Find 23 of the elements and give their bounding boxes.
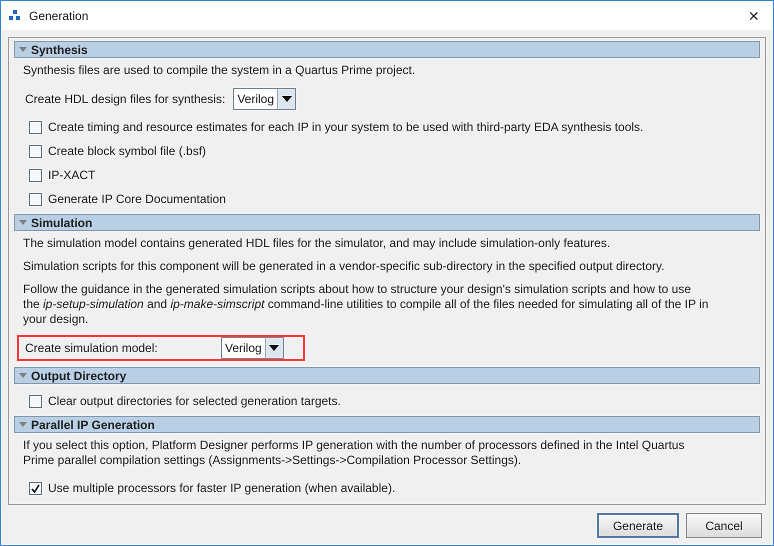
section-header[interactable]: Simulation xyxy=(14,214,760,231)
section-header[interactable]: Parallel IP Generation xyxy=(14,416,760,433)
description-text: If you select this option, Platform Designer performs IP generation with the number of processors defined in the Intel Quartus Prime parallel compilation settings (Assignments->Settings->Compilation Processor Settings). xyxy=(23,438,686,468)
checkbox-label: IP-XACT xyxy=(48,167,96,184)
close-button[interactable]: × xyxy=(748,6,759,24)
format-dropdown[interactable]: Verilog xyxy=(233,88,296,110)
checkbox-label: Create block symbol file (.bsf) xyxy=(48,143,206,160)
dropdown-label: Create HDL design files for synthesis: xyxy=(25,91,226,108)
checkbox-label: Use multiple processors for faster IP generation (when available). xyxy=(48,480,396,497)
section-header[interactable]: Output Directory xyxy=(14,367,760,384)
description-text: Synthesis files are used to compile the system in a Quartus Prime project. xyxy=(23,63,416,78)
window-title: Generation xyxy=(29,8,88,24)
dropdown-label: Create simulation model: xyxy=(25,340,159,357)
section-header[interactable]: Synthesis xyxy=(14,41,760,58)
dialog-button[interactable]: Generate xyxy=(596,513,679,538)
checkbox-label: Generate IP Core Documentation xyxy=(48,191,226,208)
dialog-button[interactable]: Cancel xyxy=(686,513,762,538)
checkbox-label: Clear output directories for selected generation targets. xyxy=(48,393,341,410)
description-text: Follow the guidance in the generated simulation scripts about how to structure your design's simulation scripts and how to use the ip-setup-simulation and ip-make-simscript command-line utilities to compile all of the files needed for simulating all of the IP in your design. xyxy=(23,282,710,327)
description-text: The simulation model contains generated HDL files for the simulator, and may include simulation-only features. xyxy=(23,236,612,251)
format-dropdown[interactable]: Verilog xyxy=(221,337,284,359)
description-text: Simulation scripts for this component will be generated in a vendor-specific sub-directory in the specified output directory. xyxy=(23,259,666,274)
checkbox-label: Create timing and resource estimates for each IP in your system to be used with third-party EDA synthesis tools. xyxy=(48,119,644,136)
